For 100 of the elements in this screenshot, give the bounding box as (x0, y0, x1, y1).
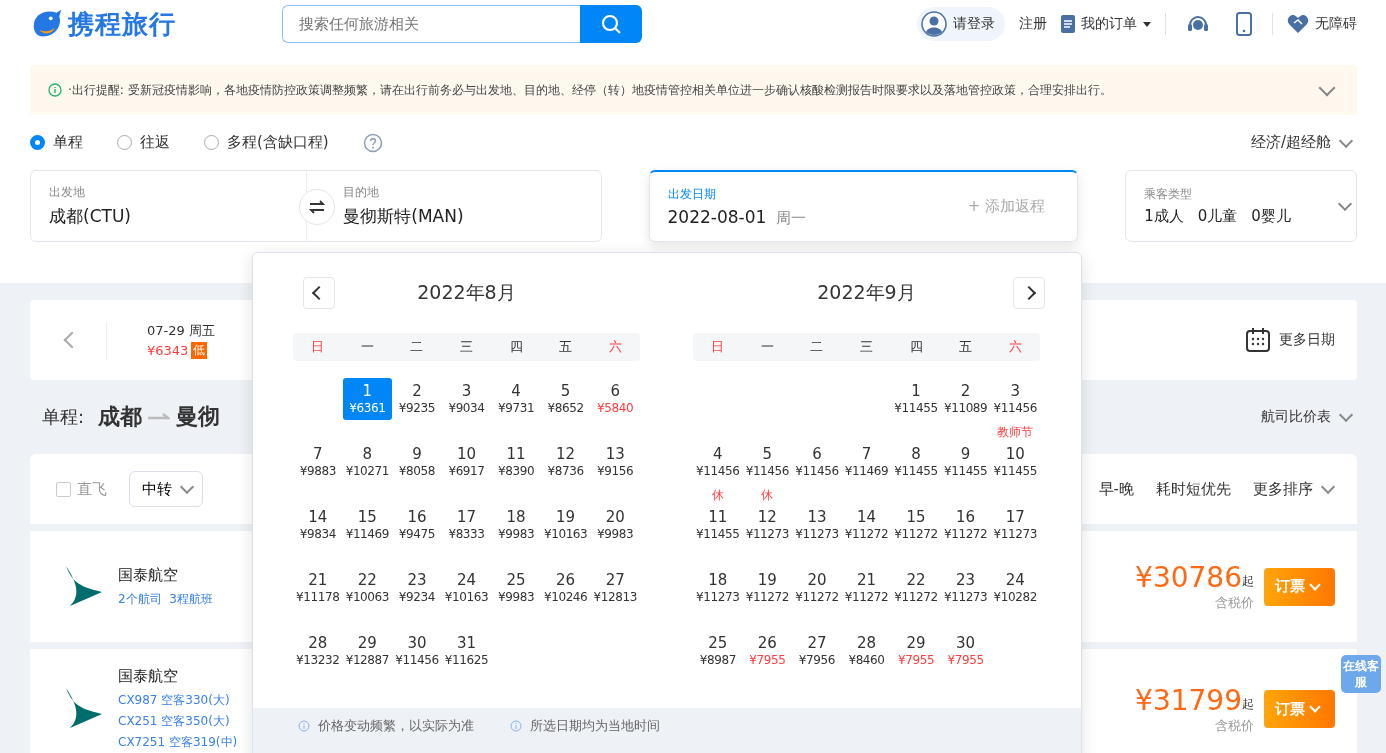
calendar-day[interactable]: 18 ¥11273 (693, 567, 743, 609)
heart-icon (1287, 14, 1309, 34)
calendar-day[interactable]: 休 12 ¥11273 (742, 487, 793, 546)
calendar-day[interactable]: 7 ¥9883 (293, 441, 343, 483)
calendar-day[interactable]: 19 ¥11272 (742, 567, 793, 609)
calendar-day[interactable]: 15 ¥11272 (891, 504, 941, 546)
calendar-day[interactable]: 20 ¥9983 (590, 504, 640, 546)
calendar-day[interactable]: 8 ¥11455 (891, 441, 941, 483)
previous-month-button[interactable] (303, 277, 335, 309)
calendar-day[interactable]: 6 ¥11456 (792, 441, 842, 483)
airline-logo-icon (64, 565, 104, 608)
calendar-day[interactable]: 1 ¥11455 (891, 378, 941, 420)
calendar-day[interactable]: 3 ¥11456 (990, 378, 1040, 420)
help-icon[interactable] (362, 132, 383, 153)
calendar-day[interactable]: 14 ¥9834 (293, 504, 343, 546)
calendar-day[interactable]: 21 ¥11178 (293, 567, 343, 609)
calendar-day[interactable]: 18 ¥9983 (491, 504, 541, 546)
next-month-button[interactable] (1013, 277, 1045, 309)
flight-link[interactable]: 2个航司 3程航班 (118, 590, 213, 608)
search-button[interactable] (580, 5, 642, 43)
calendar-day[interactable]: 24 ¥10163 (441, 567, 492, 609)
sort-option[interactable]: 早-晚 (1098, 479, 1134, 499)
calendar-day[interactable]: 31 ¥11625 (441, 630, 492, 672)
info-icon (48, 83, 62, 97)
calendar-day[interactable]: 16 ¥11272 (940, 504, 991, 546)
calendar-day[interactable]: 23 ¥11273 (940, 567, 991, 609)
calendar-day[interactable]: 9 ¥8058 (392, 441, 442, 483)
calendar-day[interactable]: 28 ¥13232 (293, 630, 343, 672)
compare-dropdown[interactable]: 航司比价表 (1261, 408, 1357, 426)
calendar-day[interactable]: 休 11 ¥11455 (693, 487, 743, 546)
search-field[interactable]: 搜索任何旅游相关 (282, 5, 580, 43)
calendar-day[interactable]: 13 ¥11273 (792, 504, 842, 546)
more-dates-button[interactable]: 更多日期 (1245, 327, 1335, 353)
calendar-day[interactable]: 7 ¥11469 (841, 441, 892, 483)
sort-option[interactable]: 耗时短优先 (1156, 479, 1231, 499)
calendar-day[interactable]: 29 ¥12887 (342, 630, 393, 672)
calendar-day[interactable]: 29 ¥7955 (891, 630, 941, 672)
passenger-field[interactable]: 乘客类型 1成人 0儿童 0婴儿 (1125, 170, 1357, 242)
calendar-day[interactable]: 13 ¥9156 (590, 441, 640, 483)
calendar-day[interactable]: 25 ¥9983 (491, 567, 541, 609)
departure-field[interactable]: 成都(CTU) (49, 205, 289, 228)
calendar-day[interactable]: 8 ¥10271 (342, 441, 393, 483)
calendar-day[interactable]: 27 ¥7956 (792, 630, 842, 672)
calendar-day[interactable]: 12 ¥8736 (540, 441, 591, 483)
flight-link[interactable]: CX7251 空客319(中) (118, 734, 238, 751)
register-link[interactable]: 注册 (1019, 15, 1047, 33)
calendar-day[interactable]: 14 ¥11272 (841, 504, 892, 546)
logo-text[interactable]: 携程旅行 (68, 6, 176, 42)
calendar-day[interactable]: 17 ¥11273 (990, 504, 1040, 546)
airline-name: 国泰航空 (118, 667, 179, 686)
calendar-day[interactable]: 21 ¥11272 (841, 567, 892, 609)
trip-type-radio[interactable]: 多程(含缺口程) (204, 133, 329, 152)
flight-link[interactable]: CX251 空客350(大) (118, 713, 238, 730)
orders-menu[interactable]: 我的订单 (1061, 15, 1151, 33)
phone-icon[interactable] (1236, 12, 1252, 36)
calendar-day[interactable]: 22 ¥10063 (342, 567, 393, 609)
from-label: 起 (1242, 574, 1254, 590)
calendar-day[interactable]: 26 ¥7955 (742, 630, 793, 672)
destination-field[interactable]: 曼彻斯特(MAN) (343, 205, 583, 228)
calendar-day[interactable]: 1 ¥6361 (342, 378, 393, 420)
calendar-day[interactable]: 26 ¥10246 (540, 567, 591, 609)
cabin-dropdown[interactable]: 经济/超经舱 (1250, 133, 1357, 152)
calendar-day[interactable]: 教师节 10 ¥11455 (990, 424, 1040, 483)
swap-button[interactable] (299, 189, 335, 225)
accessibility-link[interactable]: 无障碍 (1287, 14, 1357, 34)
calendar-day[interactable]: 5 ¥8652 (540, 378, 591, 420)
calendar-day[interactable]: 30 ¥11456 (392, 630, 442, 672)
weekday-label: 三 (460, 338, 473, 356)
weekday-label: 五 (959, 338, 973, 356)
calendar-day[interactable]: 10 ¥6917 (441, 441, 492, 483)
transfer-dropdown[interactable]: 中转 (129, 471, 203, 507)
calendar-day[interactable]: 16 ¥9475 (392, 504, 442, 546)
calendar-day[interactable]: 30 ¥7955 (940, 630, 991, 672)
flight-link[interactable]: CX987 空客330(大) (118, 692, 238, 709)
calendar-day[interactable]: 20 ¥11272 (792, 567, 842, 609)
date-field[interactable]: 出发日期 2022-08-01 周一 + 添加返程 (648, 170, 1079, 242)
calendar-day[interactable]: 9 ¥11455 (940, 441, 991, 483)
date-tab[interactable]: 07-29 周五 ¥6343 低 (106, 321, 215, 359)
trip-type-radio[interactable]: 往返 (117, 133, 170, 152)
calendar-day[interactable]: 2 ¥11089 (940, 378, 991, 420)
calendar-day[interactable]: 3 ¥9034 (441, 378, 492, 420)
sort-option[interactable]: 更多排序 (1253, 479, 1339, 499)
calendar-day[interactable]: 23 ¥9234 (392, 567, 442, 609)
calendar-day[interactable]: 28 ¥8460 (841, 630, 892, 672)
calendar-day[interactable]: 4 ¥9731 (491, 378, 541, 420)
calendar-day[interactable]: 17 ¥8333 (441, 504, 492, 546)
calendar-day[interactable]: 19 ¥10163 (540, 504, 591, 546)
trip-type-radio[interactable]: 单程 (30, 133, 83, 152)
calendar-day[interactable]: 6 ¥5840 (590, 378, 640, 420)
calendar-day[interactable]: 22 ¥11272 (891, 567, 941, 609)
calendar-day[interactable]: 5 ¥11456 (742, 441, 793, 483)
calendar-day[interactable]: 25 ¥8987 (693, 630, 743, 672)
calendar-day[interactable]: 24 ¥10282 (990, 567, 1040, 609)
calendar-day[interactable]: 27 ¥12813 (590, 567, 640, 609)
calendar-day[interactable]: 11 ¥8390 (491, 441, 541, 483)
calendar-day[interactable]: 4 ¥11456 (693, 441, 743, 483)
calendar-day[interactable]: 15 ¥11469 (342, 504, 393, 546)
calendar-day[interactable]: 2 ¥9235 (392, 378, 442, 420)
price: ¥30786 (1135, 561, 1242, 594)
login-button[interactable]: 请登录 (917, 7, 1005, 41)
